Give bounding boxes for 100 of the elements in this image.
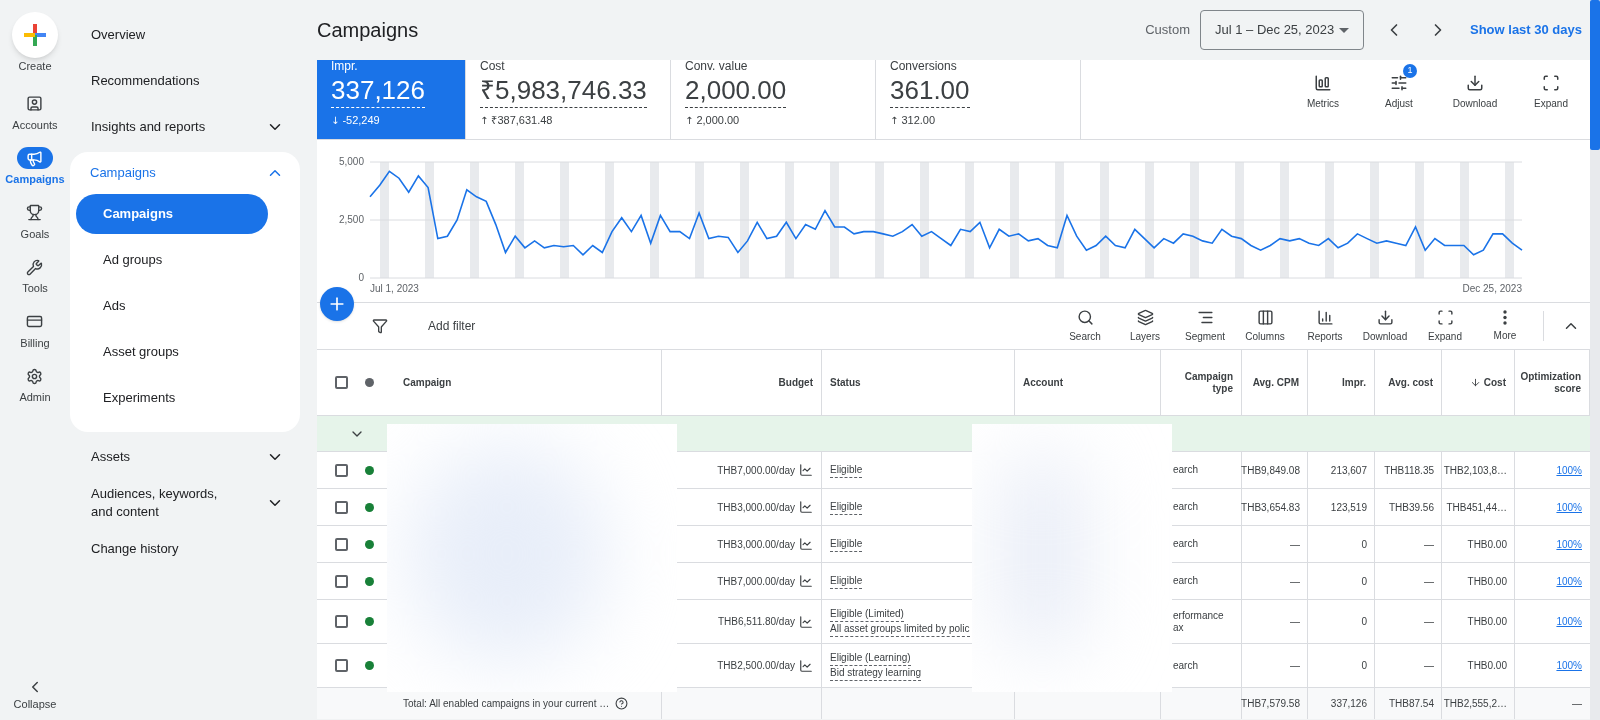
scrollbar-thumb[interactable] bbox=[1590, 0, 1600, 150]
status-text[interactable]: Eligible (Learning) bbox=[830, 650, 911, 666]
total-cell-text: THB7,579.58 bbox=[1241, 697, 1300, 711]
y-axis-label: 2,500 bbox=[338, 214, 364, 225]
score-link[interactable]: 100% bbox=[1556, 573, 1582, 589]
toolbar-button[interactable]: Search bbox=[1055, 308, 1115, 344]
nav-item[interactable]: Ad groups bbox=[76, 240, 268, 280]
column-header[interactable]: Cost bbox=[1469, 376, 1506, 389]
score-link[interactable]: 100% bbox=[1556, 658, 1582, 673]
column-header[interactable]: Status bbox=[830, 376, 861, 389]
expand-icon bbox=[1542, 74, 1560, 92]
status-text[interactable]: Bid strategy learning bbox=[830, 665, 922, 681]
table-cell-text: — bbox=[1290, 659, 1300, 673]
table-cell-text: — bbox=[1290, 615, 1300, 629]
rail-item[interactable]: Admin bbox=[5, 365, 65, 406]
total-cell-text: THB2,555,2… bbox=[1443, 697, 1507, 711]
status-text[interactable]: Eligible bbox=[830, 499, 863, 515]
show-last-30-days-link[interactable]: Show last 30 days bbox=[1470, 20, 1582, 40]
rail-item[interactable]: Goals bbox=[5, 201, 65, 242]
create-button[interactable]: Create bbox=[12, 12, 58, 75]
score-link[interactable]: 100% bbox=[1556, 499, 1582, 515]
score-link[interactable]: 100% bbox=[1556, 536, 1582, 552]
score-link[interactable]: 100% bbox=[1556, 614, 1582, 629]
budget-cell-text: THB3,000.00/day bbox=[717, 500, 795, 515]
table-cell-text: THB0.00 bbox=[1467, 574, 1507, 589]
column-header[interactable]: Optimization score bbox=[1520, 370, 1581, 395]
table-cell: earch bbox=[1173, 659, 1198, 672]
rail-item[interactable]: Billing bbox=[5, 310, 65, 351]
sort-arrow-icon bbox=[1469, 377, 1481, 388]
date-range-dropdown[interactable]: Jul 1 – Dec 25, 2023 bbox=[1200, 10, 1364, 50]
toolbar-button[interactable]: Download bbox=[1355, 308, 1415, 344]
column-header[interactable]: Impr. bbox=[1342, 376, 1366, 389]
status-text[interactable]: Eligible bbox=[830, 536, 863, 552]
nav-item[interactable]: Change history bbox=[70, 526, 300, 572]
table-cell-text: 0 bbox=[1361, 574, 1367, 589]
date-range-label: Custom bbox=[1145, 21, 1190, 40]
toolbar-button[interactable]: More bbox=[1475, 309, 1535, 343]
notification-badge: 1 bbox=[1403, 64, 1417, 78]
y-axis-label: 0 bbox=[358, 272, 364, 283]
status-text[interactable]: Eligible bbox=[830, 573, 863, 589]
column-header[interactable]: Campaign type bbox=[1169, 370, 1233, 395]
status-text[interactable]: Eligible bbox=[830, 462, 863, 478]
column-header[interactable]: Campaign bbox=[403, 376, 452, 389]
budget-cell-text: THB7,000.00/day bbox=[717, 574, 795, 589]
table-cell-text: THB9,849.08 bbox=[1241, 463, 1300, 478]
checkbox[interactable] bbox=[334, 537, 348, 551]
nav-section[interactable]: Campaigns bbox=[70, 152, 300, 194]
column-header[interactable]: Account bbox=[1023, 376, 1063, 389]
toolbar-button[interactable]: Layers bbox=[1115, 308, 1175, 344]
add-button[interactable] bbox=[320, 287, 354, 321]
column-header[interactable]: Avg. CPM bbox=[1252, 376, 1299, 389]
table-cell-text: — bbox=[1290, 574, 1300, 589]
nav-item[interactable]: Overview bbox=[70, 12, 300, 58]
table-cell-text: THB0.00 bbox=[1467, 615, 1507, 629]
checkbox[interactable] bbox=[334, 500, 348, 514]
checkbox[interactable] bbox=[334, 463, 348, 477]
rail-item[interactable]: Campaigns bbox=[5, 147, 65, 188]
layers-icon bbox=[1136, 308, 1154, 326]
checkbox[interactable] bbox=[334, 574, 348, 588]
nav-item[interactable]: Experiments bbox=[76, 378, 268, 418]
filter-icon bbox=[372, 318, 388, 334]
score-link[interactable]: 100% bbox=[1556, 462, 1582, 478]
table-cell: earch bbox=[1173, 464, 1198, 476]
table-cell-text: 123,519 bbox=[1330, 500, 1367, 515]
column-header[interactable]: Avg. cost bbox=[1388, 376, 1433, 389]
toolbar-button[interactable]: Reports bbox=[1295, 308, 1355, 344]
toolbar-button[interactable]: Columns bbox=[1235, 308, 1295, 344]
x-axis-label: Jul 1, 2023 bbox=[370, 283, 419, 294]
column-header[interactable]: Budget bbox=[778, 376, 813, 389]
nav-item[interactable]: Ads bbox=[76, 286, 268, 326]
line-chart-icon bbox=[799, 658, 813, 673]
nav-section[interactable]: Audiences, keywords, and content bbox=[70, 480, 300, 526]
total-label: Total: All enabled campaigns in your current … bbox=[403, 697, 610, 711]
nav-section[interactable]: Insights and reports bbox=[70, 104, 300, 150]
toolbar-button[interactable]: Segment bbox=[1175, 308, 1235, 344]
add-filter-button[interactable]: Add filter bbox=[428, 317, 476, 335]
chart-action-button[interactable]: Expand bbox=[1520, 64, 1582, 111]
metric-card[interactable]: Impr. 337,126 ↓ -52,249 bbox=[317, 60, 466, 139]
nav-item[interactable]: Campaigns bbox=[76, 194, 268, 234]
status-text[interactable]: All asset groups limited by polic bbox=[830, 621, 970, 637]
rail-item[interactable]: Tools bbox=[5, 256, 65, 297]
rail-item[interactable]: Accounts bbox=[5, 92, 65, 133]
nav-item[interactable]: Recommendations bbox=[70, 58, 300, 104]
bar-chart-icon bbox=[1316, 308, 1334, 326]
collapse-button[interactable]: Collapse bbox=[13, 677, 57, 712]
chart-action-button[interactable]: Metrics bbox=[1292, 64, 1354, 111]
chart-action-button[interactable]: Download bbox=[1444, 64, 1506, 111]
checkbox[interactable] bbox=[334, 376, 348, 389]
nav-item[interactable]: Asset groups bbox=[76, 332, 268, 372]
checkbox[interactable] bbox=[334, 659, 348, 672]
chart-action-button[interactable]: Adjust 1 bbox=[1368, 64, 1430, 111]
table-cell-text: 213,607 bbox=[1330, 463, 1367, 478]
table-cell-text: 0 bbox=[1361, 537, 1367, 552]
caret-icon bbox=[1339, 27, 1349, 33]
columns-icon bbox=[1256, 308, 1274, 326]
total-cell-text: THB87.54 bbox=[1388, 697, 1434, 711]
checkbox[interactable] bbox=[334, 615, 348, 628]
nav-section[interactable]: Assets bbox=[70, 434, 300, 480]
status-text[interactable]: Eligible (Limited) bbox=[830, 606, 904, 622]
toolbar-button[interactable]: Expand bbox=[1415, 308, 1475, 344]
